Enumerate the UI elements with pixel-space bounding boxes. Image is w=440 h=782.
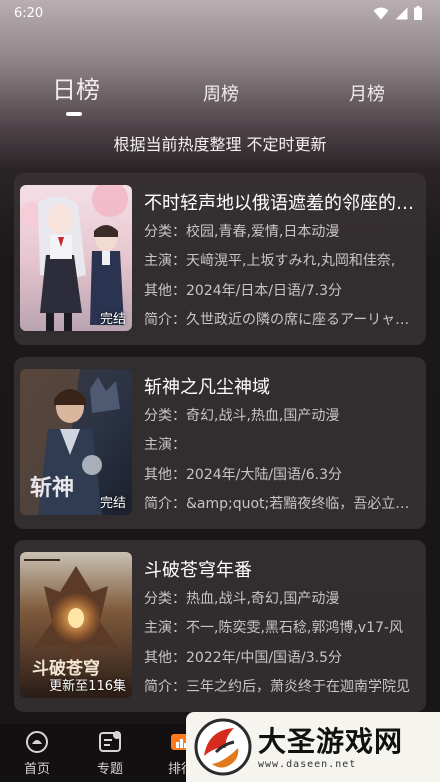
tab-weekly[interactable]: 周榜	[203, 80, 239, 106]
cover-image: 完结	[20, 185, 132, 331]
card-category: 分类：校园,青春,爱情,日本动漫	[144, 224, 340, 240]
watermark-title: 大圣游戏网	[258, 724, 404, 758]
card-other: 其他：2022年/中国/国语/3.5分	[144, 650, 343, 666]
card-category: 分类：热血,战斗,奇幻,国产动漫	[144, 591, 340, 607]
ranking-subtitle: 根据当前热度整理 不定时更新	[113, 135, 327, 154]
card-intro: 简介：久世政近の隣の席に座るアーリャさん	[144, 312, 418, 328]
watermark-logo-icon	[194, 718, 252, 776]
battery-icon	[414, 6, 422, 20]
anime-card[interactable]: 完结 不时轻声地以俄语遮羞的邻座的艾莉同学 分类：校园,青春,爱情,日本动漫 主…	[14, 173, 426, 345]
card-cast: 主演：不一,陈奕雯,黑石稔,郭鸿博,v17-风	[144, 620, 403, 636]
card-cast: 主演：	[144, 437, 186, 453]
card-other: 其他：2024年/日本/日语/7.3分	[144, 283, 343, 299]
anime-card[interactable]: 斩神 完结 斩神之凡尘神域 分类：奇幻,战斗,热血,国产动漫 主演： 其他：20…	[14, 357, 426, 529]
card-cast: 主演：天﨑滉平,上坂すみれ,丸岡和佳奈,	[144, 253, 396, 269]
watermark-url: www.daseen.net	[258, 758, 357, 770]
nav-topic-label: 专题	[96, 762, 123, 777]
cover-status-badge: 更新至116集	[49, 679, 126, 694]
tab-daily[interactable]: 日榜	[52, 70, 100, 105]
topic-icon	[99, 731, 121, 752]
card-other: 其他：2024年/大陆/国语/6.3分	[144, 467, 343, 483]
signal-icon	[395, 7, 408, 19]
anime-card[interactable]: 斗破苍穹 更新至116集 斗破苍穹年番 分类：热血,战斗,奇幻,国产动漫 主演：…	[14, 540, 426, 712]
card-title: 不时轻声地以俄语遮羞的邻座的艾莉同学	[144, 193, 416, 214]
wifi-icon	[373, 7, 389, 19]
cover-logo-text: 斩神	[30, 475, 74, 501]
ranking-tabs: 日榜 周榜 月榜	[0, 74, 440, 124]
nav-home-label: 首页	[23, 762, 50, 777]
nav-home[interactable]: 首页	[12, 730, 62, 777]
nav-topic[interactable]: 专题	[85, 730, 135, 777]
card-intro: 简介：&amp;quot;若黯夜终临，吾必立于万	[144, 496, 418, 512]
cover-image: 斩神 完结	[20, 369, 132, 515]
tab-indicator	[66, 112, 82, 116]
card-intro: 简介：三年之约后，萧炎终于在迦南学院见	[144, 679, 410, 695]
status-time: 6:20	[14, 5, 44, 21]
cover-image: 斗破苍穹 更新至116集	[20, 552, 132, 698]
cover-status-badge: 完结	[99, 312, 126, 327]
tab-monthly[interactable]: 月榜	[349, 80, 385, 106]
card-title: 斗破苍穹年番	[144, 560, 252, 581]
card-title: 斩神之凡尘神域	[144, 377, 270, 398]
status-bar: 6:20	[0, 0, 440, 26]
card-category: 分类：奇幻,战斗,热血,国产动漫	[144, 408, 340, 424]
site-watermark: 大圣游戏网 www.daseen.net	[186, 712, 440, 782]
status-icons	[373, 6, 422, 20]
cover-status-badge: 完结	[99, 496, 126, 511]
home-icon	[26, 731, 48, 753]
